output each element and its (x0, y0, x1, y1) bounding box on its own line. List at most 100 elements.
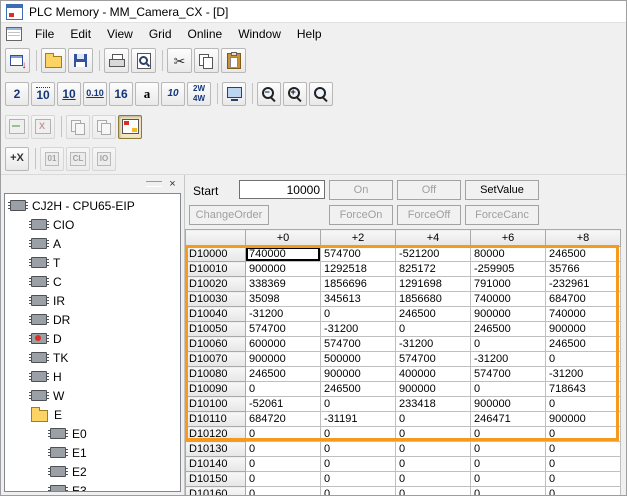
cell-d10070-plus-4[interactable]: 574700 (396, 352, 471, 367)
cell-d10030-plus-8[interactable]: 684700 (546, 292, 621, 307)
cell-d10150-plus-0[interactable]: 0 (246, 472, 321, 487)
cell-d10120-plus-4[interactable]: 0 (396, 427, 471, 442)
cell-d10150-plus-4[interactable]: 0 (396, 472, 471, 487)
signed-decimal-format-button[interactable]: 0.10 (83, 82, 107, 106)
cell-d10030-plus-4[interactable]: 1856680 (396, 292, 471, 307)
tree-item-tk[interactable]: TK (5, 348, 180, 367)
tree-item-ir[interactable]: IR (5, 291, 180, 310)
word-size-button[interactable]: 2W 4W (187, 82, 211, 106)
cell-d10000-plus-0[interactable]: 740000 (246, 247, 321, 262)
bcd-format-button[interactable]: 10 (31, 82, 55, 106)
cell-d10070-plus-6[interactable]: -31200 (471, 352, 546, 367)
tree-item-c[interactable]: C (5, 272, 180, 291)
cell-d10000-plus-8[interactable]: 246500 (546, 247, 621, 262)
cell-d10100-plus-2[interactable]: 0 (321, 397, 396, 412)
row-header-d10070[interactable]: D10070 (186, 352, 246, 367)
tree-item-e0[interactable]: E0 (5, 424, 180, 443)
row-header-d10100[interactable]: D10100 (186, 397, 246, 412)
cell-d10090-plus-0[interactable]: 0 (246, 382, 321, 397)
cell-d10060-plus-8[interactable]: 246500 (546, 337, 621, 352)
open-button[interactable] (41, 48, 66, 73)
tree-item-h[interactable]: H (5, 367, 180, 386)
cell-d10020-plus-8[interactable]: -232961 (546, 277, 621, 292)
mdi-document-icon[interactable] (6, 27, 22, 41)
cell-d10090-plus-8[interactable]: 718643 (546, 382, 621, 397)
cell-d10050-plus-0[interactable]: 574700 (246, 322, 321, 337)
print-button[interactable] (104, 48, 129, 73)
cell-d10130-plus-2[interactable]: 0 (321, 442, 396, 457)
cell-d10040-plus-0[interactable]: -31200 (246, 307, 321, 322)
cell-d10130-plus-6[interactable]: 0 (471, 442, 546, 457)
cell-d10100-plus-0[interactable]: -52061 (246, 397, 321, 412)
cell-d10060-plus-4[interactable]: -31200 (396, 337, 471, 352)
cell-d10070-plus-2[interactable]: 500000 (321, 352, 396, 367)
forcecanc-button[interactable]: ForceCanc (465, 205, 539, 225)
cell-d10090-plus-4[interactable]: 900000 (396, 382, 471, 397)
row-header-d10160[interactable]: D10160 (186, 487, 246, 496)
menu-file[interactable]: File (27, 24, 62, 44)
cell-d10140-plus-8[interactable]: 0 (546, 457, 621, 472)
cell-d10050-plus-2[interactable]: -31200 (321, 322, 396, 337)
cell-d10160-plus-2[interactable]: 0 (321, 487, 396, 496)
cell-d10010-plus-8[interactable]: 35766 (546, 262, 621, 277)
cell-d10160-plus-0[interactable]: 0 (246, 487, 321, 496)
cell-d10030-plus-6[interactable]: 740000 (471, 292, 546, 307)
paste-button[interactable] (221, 48, 246, 73)
cell-d10090-plus-6[interactable]: 0 (471, 382, 546, 397)
menu-help[interactable]: Help (289, 24, 330, 44)
menu-window[interactable]: Window (230, 24, 289, 44)
tree-item-w[interactable]: W (5, 386, 180, 405)
cell-d10020-plus-0[interactable]: 338369 (246, 277, 321, 292)
cell-d10010-plus-2[interactable]: 1292518 (321, 262, 396, 277)
cell-d10160-plus-4[interactable]: 0 (396, 487, 471, 496)
force-off-button[interactable] (31, 115, 55, 139)
row-header-d10150[interactable]: D10150 (186, 472, 246, 487)
cut-button[interactable]: ✂ (167, 48, 192, 73)
tree-item-cio[interactable]: CIO (5, 215, 180, 234)
tree-item-d[interactable]: D (5, 329, 180, 348)
cell-d10020-plus-6[interactable]: 791000 (471, 277, 546, 292)
cell-d10030-plus-0[interactable]: 35098 (246, 292, 321, 307)
cell-d10140-plus-0[interactable]: 0 (246, 457, 321, 472)
print-preview-button[interactable] (131, 48, 156, 73)
tree-item-e2[interactable]: E2 (5, 462, 180, 481)
clear-memory-button[interactable]: CL (66, 147, 90, 171)
cell-d10130-plus-0[interactable]: 0 (246, 442, 321, 457)
cell-d10050-plus-4[interactable]: 0 (396, 322, 471, 337)
cell-d10110-plus-0[interactable]: 684720 (246, 412, 321, 427)
tree-item-t[interactable]: T (5, 253, 180, 272)
row-header-d10040[interactable]: D10040 (186, 307, 246, 322)
tree-item-e1[interactable]: E1 (5, 443, 180, 462)
cell-d10150-plus-6[interactable]: 0 (471, 472, 546, 487)
tree-item-e[interactable]: E (5, 405, 180, 424)
cell-d10140-plus-2[interactable]: 0 (321, 457, 396, 472)
cell-d10140-plus-4[interactable]: 0 (396, 457, 471, 472)
cell-d10110-plus-6[interactable]: 246471 (471, 412, 546, 427)
cell-d10040-plus-2[interactable]: 0 (321, 307, 396, 322)
cell-d10100-plus-4[interactable]: 233418 (396, 397, 471, 412)
transfer-to-plc-button[interactable] (5, 48, 30, 73)
tree-item-a[interactable]: A (5, 234, 180, 253)
cell-d10020-plus-4[interactable]: 1291698 (396, 277, 471, 292)
zoom-actual-button[interactable] (309, 82, 333, 106)
row-header-d10090[interactable]: D10090 (186, 382, 246, 397)
cell-d10140-plus-6[interactable]: 0 (471, 457, 546, 472)
fill-memory-button[interactable]: 01 (40, 147, 64, 171)
cell-d10020-plus-2[interactable]: 1856696 (321, 277, 396, 292)
cell-d10060-plus-6[interactable]: 0 (471, 337, 546, 352)
cell-d10120-plus-2[interactable]: 0 (321, 427, 396, 442)
cell-d10100-plus-8[interactable]: 0 (546, 397, 621, 412)
cell-d10000-plus-4[interactable]: -521200 (396, 247, 471, 262)
row-header-d10120[interactable]: D10120 (186, 427, 246, 442)
cell-d10030-plus-2[interactable]: 345613 (321, 292, 396, 307)
cell-d10040-plus-8[interactable]: 740000 (546, 307, 621, 322)
cell-d10070-plus-0[interactable]: 900000 (246, 352, 321, 367)
force-on-button[interactable] (5, 115, 29, 139)
cell-d10150-plus-2[interactable]: 0 (321, 472, 396, 487)
tree-item-e3[interactable]: E3 (5, 481, 180, 492)
row-header-d10030[interactable]: D10030 (186, 292, 246, 307)
copy-memory-button[interactable] (66, 115, 90, 139)
cell-d10130-plus-4[interactable]: 0 (396, 442, 471, 457)
cell-d10120-plus-8[interactable]: 0 (546, 427, 621, 442)
cell-d10040-plus-6[interactable]: 900000 (471, 307, 546, 322)
